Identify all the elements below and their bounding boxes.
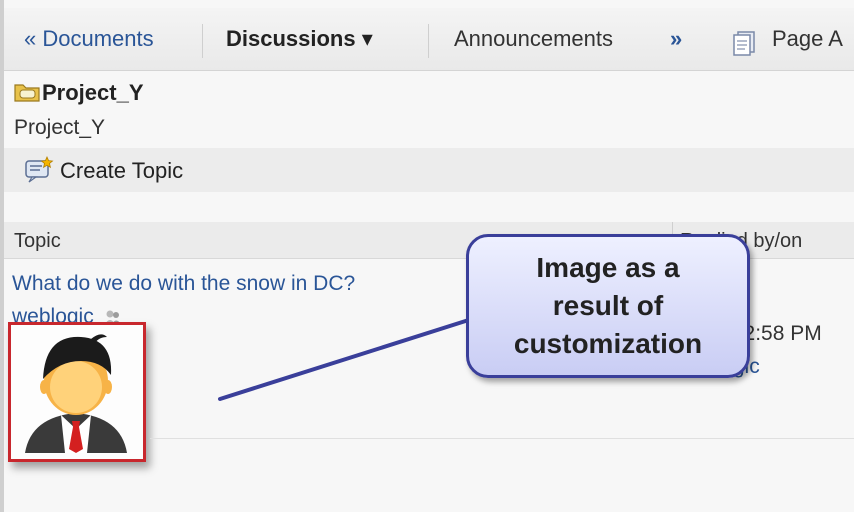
- more-tabs-button[interactable]: »: [670, 26, 682, 52]
- app-frame: « Documents Discussions ▾ Announcements …: [0, 0, 854, 512]
- column-header-topic[interactable]: Topic: [14, 230, 61, 253]
- avatar-highlight-box: [8, 322, 146, 462]
- callout-line-1: Image as a: [536, 252, 680, 283]
- folder-icon: [14, 84, 40, 102]
- callout-bubble: Image as a result of customization: [466, 234, 750, 378]
- tab-documents[interactable]: « Documents: [24, 26, 154, 52]
- callout-text: Image as a result of customization: [469, 249, 747, 363]
- tab-separator: [202, 24, 203, 58]
- row-divider: [150, 438, 854, 439]
- page-title: Project_Y: [14, 80, 144, 106]
- create-topic-label: Create Topic: [60, 158, 184, 183]
- folder-title-label: Project_Y: [42, 80, 144, 105]
- create-topic-icon: [25, 156, 54, 183]
- user-avatar: [25, 334, 127, 453]
- callout-line-3: customization: [513, 328, 703, 359]
- tab-page-actions[interactable]: Page A: [772, 26, 843, 52]
- callout-line-2: result of: [552, 290, 664, 321]
- topic-link[interactable]: What do we do with the snow in DC?: [12, 272, 355, 296]
- toolbar: Create Topic: [4, 148, 854, 192]
- folder-subtitle: Project_Y: [14, 116, 106, 139]
- tab-separator: [428, 24, 429, 58]
- tab-discussions[interactable]: Discussions ▾: [226, 26, 373, 52]
- tab-announcements[interactable]: Announcements: [454, 26, 613, 52]
- page-icon: [733, 31, 755, 56]
- tab-bar: « Documents Discussions ▾ Announcements …: [4, 8, 854, 71]
- create-topic-button[interactable]: Create Topic: [24, 156, 183, 184]
